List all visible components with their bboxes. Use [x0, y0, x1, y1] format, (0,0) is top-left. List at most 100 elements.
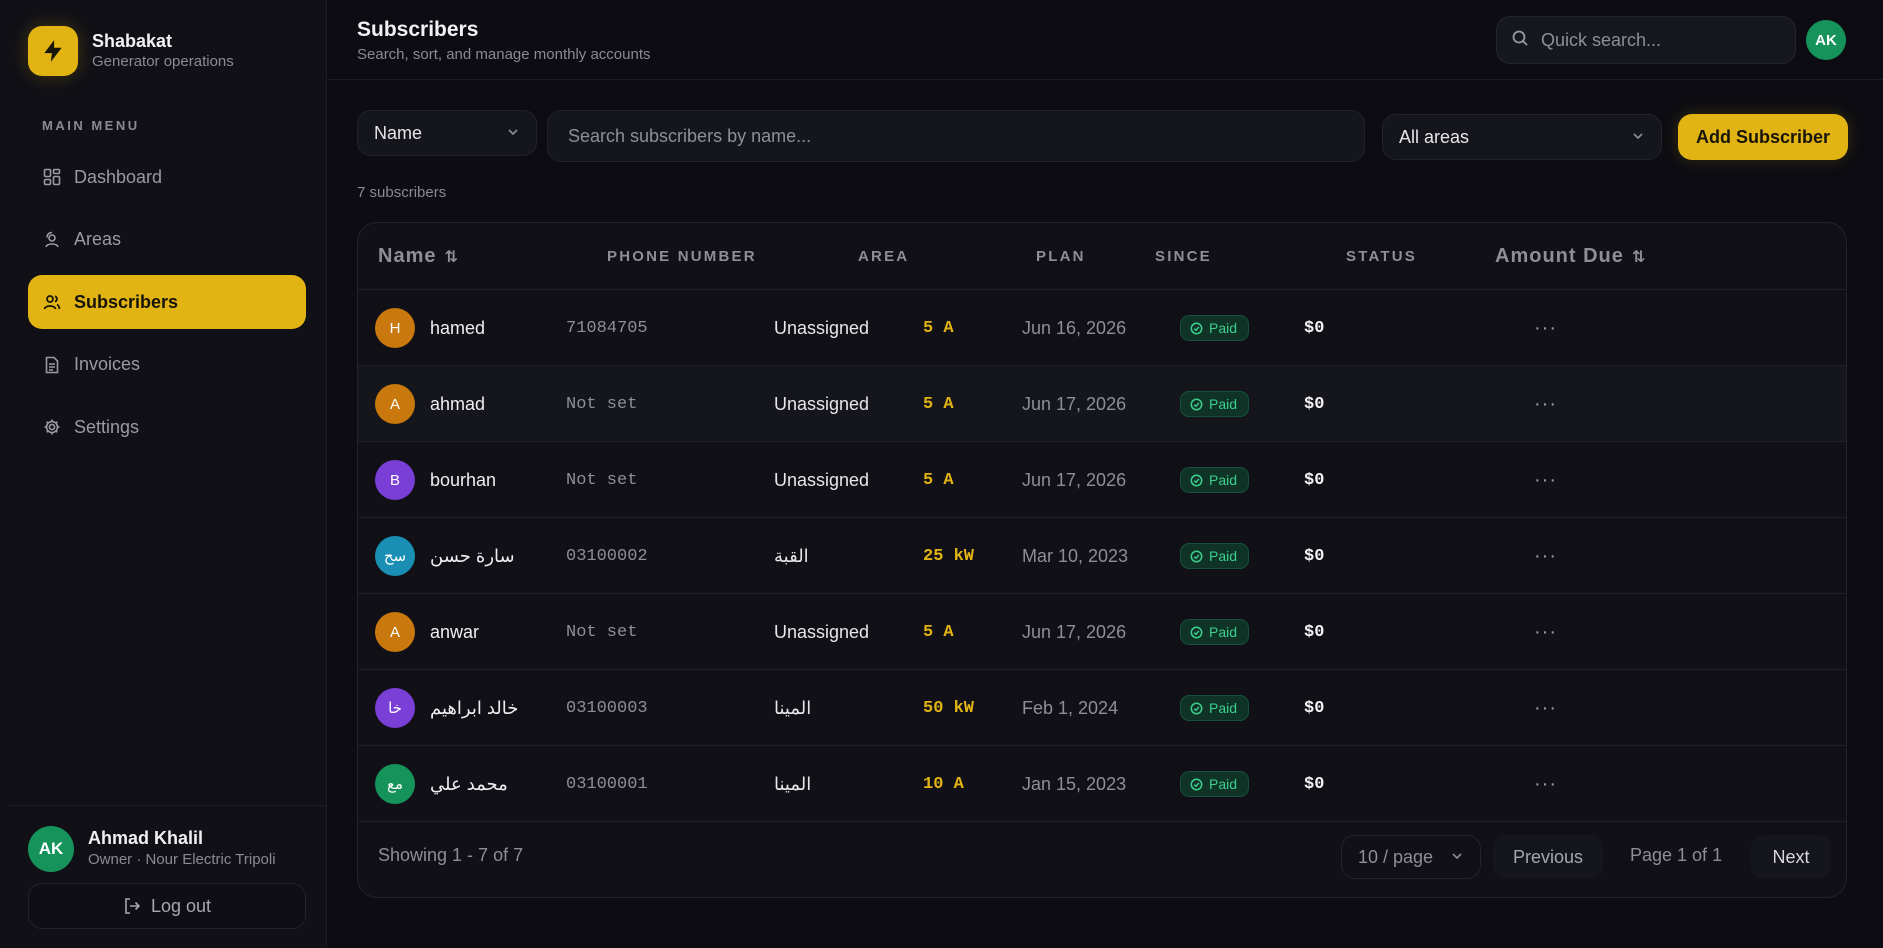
row-actions-icon[interactable]: ··· — [1534, 518, 1557, 594]
subscribers-table: Name ⇅ PHONE NUMBER AREA PLAN SINCE STAT… — [357, 222, 1847, 898]
main-content: Subscribers Search, sort, and manage mon… — [327, 0, 1883, 948]
subscriber-name[interactable]: خالد ابراهيم — [430, 698, 518, 719]
subscriber-name[interactable]: anwar — [430, 622, 479, 643]
sort-icon[interactable]: ⇅ — [1632, 247, 1645, 267]
amount-due: $0 — [1304, 622, 1325, 642]
row-actions-icon[interactable]: ··· — [1534, 670, 1557, 746]
showing-range: Showing 1 - 7 of 7 — [378, 845, 524, 865]
table-row[interactable]: Aahmad Not set Unassigned 5 A Jun 17, 2026 Pa… — [358, 366, 1846, 442]
sidebar-nav: Dashboard Areas Subscribers Invoices Set… — [28, 150, 306, 463]
amount-due: $0 — [1304, 546, 1325, 566]
sort-icon[interactable]: ⇅ — [444, 247, 457, 267]
previous-page-button[interactable]: Previous — [1493, 835, 1603, 879]
table-row[interactable]: Bbourhan Not set Unassigned 5 A Jun 17, 2026… — [358, 442, 1846, 518]
filter-bar: Name All areas Add Subscriber — [357, 110, 1849, 164]
column-header-since: SINCE — [1155, 248, 1212, 265]
status-badge: Paid — [1180, 695, 1250, 721]
quick-search-input[interactable] — [1541, 29, 1781, 51]
since-date: Feb 1, 2024 — [1022, 697, 1119, 718]
subscriber-name[interactable]: hamed — [430, 318, 485, 339]
since-date: Jan 15, 2023 — [1022, 773, 1127, 794]
subscriber-name[interactable]: ahmad — [430, 394, 485, 415]
table-header: Name ⇅ PHONE NUMBER AREA PLAN SINCE STAT… — [358, 223, 1846, 290]
sidebar-item-label: Settings — [74, 416, 140, 437]
dashboard-icon — [42, 167, 62, 187]
brand[interactable]: Shabakat Generator operations — [28, 26, 234, 76]
subscriber-cell: Aahmad — [375, 366, 485, 442]
phone-number: Not set — [566, 470, 638, 490]
status-cell: Paid — [1180, 670, 1250, 746]
sidebar-item-invoices[interactable]: Invoices — [28, 338, 306, 392]
logout-icon — [123, 897, 141, 915]
chevron-down-icon — [1450, 847, 1464, 868]
area-name: Unassigned — [774, 621, 870, 642]
next-page-button[interactable]: Next — [1751, 835, 1831, 879]
column-header-amount-due[interactable]: Amount Due ⇅ — [1495, 223, 1645, 290]
amount-due: $0 — [1304, 394, 1325, 414]
row-actions-icon[interactable]: ··· — [1534, 290, 1557, 366]
subscriber-cell: Aanwar — [375, 594, 479, 670]
table-row[interactable]: Aanwar Not set Unassigned 5 A Jun 17, 2026 Pa… — [358, 594, 1846, 670]
sidebar-item-dashboard[interactable]: Dashboard — [28, 150, 306, 204]
check-circle-icon — [1190, 322, 1203, 335]
column-label: Amount Due — [1495, 245, 1624, 267]
subscriber-cell: سح سارة حسن — [375, 518, 515, 594]
status-label: Paid — [1209, 320, 1238, 336]
phone-number: 71084705 — [566, 318, 648, 338]
subscriber-name[interactable]: bourhan — [430, 470, 496, 491]
status-badge: Paid — [1180, 391, 1250, 417]
sidebar-item-settings[interactable]: Settings — [28, 400, 306, 454]
column-header-name[interactable]: Name ⇅ — [378, 223, 458, 290]
plan-value: 5 A — [923, 622, 954, 642]
page-size-select[interactable]: 10 / page — [1341, 835, 1481, 879]
page-indicator: Page 1 of 1 — [1630, 845, 1723, 865]
quick-search[interactable] — [1496, 16, 1796, 64]
check-circle-icon — [1190, 626, 1203, 639]
subscriber-name[interactable]: محمد علي — [430, 774, 508, 795]
area-filter-select[interactable]: All areas — [1382, 114, 1662, 160]
table-row[interactable]: خا خالد ابراهيم 03100003 المينا 50 kW Feb 1, … — [358, 670, 1846, 746]
sidebar-item-label: Dashboard — [74, 166, 163, 187]
chevron-down-icon — [1631, 127, 1645, 148]
sidebar-item-label: Areas — [74, 229, 122, 249]
page-title: Subscribers — [357, 18, 479, 41]
phone-number: 03100003 — [566, 698, 648, 718]
map-pin-icon — [42, 230, 62, 250]
table-row[interactable]: سح سارة حسن 03100002 القبة 25 kW Mar 10, 2023… — [358, 518, 1846, 594]
amount-due: $0 — [1304, 774, 1325, 794]
avatar: A — [375, 612, 415, 652]
row-actions-icon[interactable]: ··· — [1534, 366, 1557, 442]
status-label: Paid — [1209, 396, 1238, 412]
row-actions-icon[interactable]: ··· — [1534, 442, 1557, 518]
sidebar-item-areas[interactable]: Areas — [28, 213, 306, 267]
area-name: المينا — [774, 773, 812, 794]
row-actions-icon[interactable]: ··· — [1534, 594, 1557, 670]
column-label: Name — [378, 245, 437, 267]
users-icon — [42, 292, 62, 312]
status-cell: Paid — [1180, 290, 1250, 366]
top-bar: Subscribers Search, sort, and manage mon… — [327, 0, 1883, 80]
amount-due: $0 — [1304, 470, 1325, 490]
row-actions-icon[interactable]: ··· — [1534, 746, 1557, 822]
subscriber-search-input[interactable] — [568, 125, 1344, 147]
main-menu-heading: MAIN MENU — [42, 118, 140, 133]
add-subscriber-button[interactable]: Add Subscriber — [1678, 114, 1848, 160]
table-row[interactable]: Hhamed 71084705 Unassigned 5 A Jun 16, 2026 P… — [358, 290, 1846, 366]
subscriber-search[interactable] — [547, 110, 1365, 162]
logout-button[interactable]: Log out — [28, 883, 306, 929]
amount-due: $0 — [1304, 698, 1325, 718]
avatar[interactable]: AK — [1806, 20, 1846, 60]
table-row[interactable]: مع محمد علي 03100001 المينا 10 A Jan 15, 2023… — [358, 746, 1846, 822]
phone-number: 03100001 — [566, 774, 648, 794]
plan-value: 25 kW — [923, 546, 975, 566]
sidebar: Shabakat Generator operations MAIN MENU … — [0, 0, 327, 948]
subscriber-cell: مع محمد علي — [375, 746, 508, 822]
sidebar-item-subscribers[interactable]: Subscribers — [28, 275, 306, 329]
search-field-select[interactable]: Name — [357, 110, 537, 156]
user-profile[interactable]: AK Ahmad Khalil Owner · Nour Electric Tr… — [28, 826, 328, 872]
area-name: Unassigned — [774, 393, 870, 414]
subscriber-cell: Bbourhan — [375, 442, 496, 518]
subscriber-name[interactable]: سارة حسن — [430, 546, 515, 567]
check-circle-icon — [1190, 398, 1203, 411]
page-subtitle: Search, sort, and manage monthly account… — [357, 46, 651, 63]
